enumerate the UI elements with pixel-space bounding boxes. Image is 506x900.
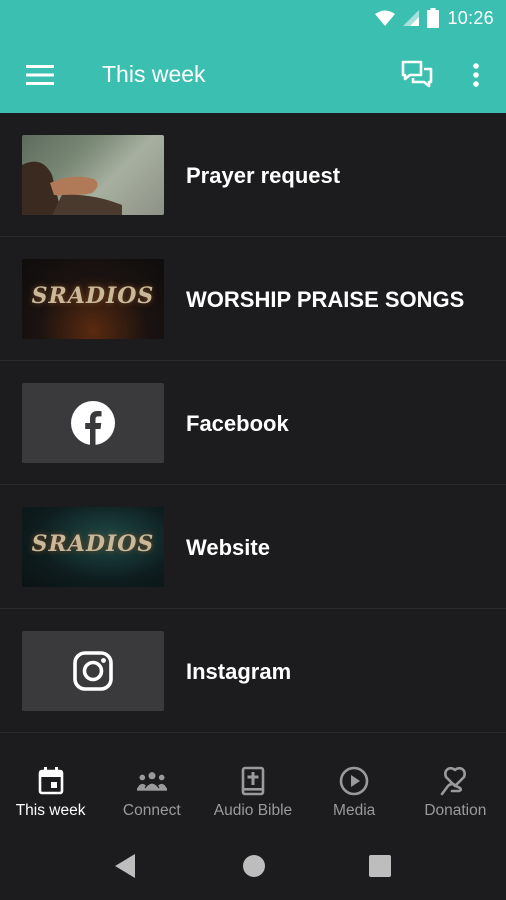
status-time: 10:26 [447, 7, 494, 28]
home-button[interactable] [240, 852, 268, 880]
status-icons: 10:26 [375, 7, 494, 29]
recents-icon [369, 855, 391, 877]
home-icon [243, 855, 265, 877]
list-item-website[interactable]: SRADIOS Website [0, 485, 506, 609]
website-thumbnail: SRADIOS [22, 507, 164, 587]
wifi-icon [375, 10, 396, 26]
more-vert-icon [473, 63, 479, 87]
list-item-instagram[interactable]: Instagram [0, 609, 506, 733]
instagram-icon [73, 651, 113, 691]
nav-media[interactable]: Media [304, 752, 405, 830]
donation-icon [440, 766, 470, 796]
list-item-label: Prayer request [186, 163, 341, 188]
battery-icon [427, 8, 440, 28]
prayer-thumbnail [22, 135, 164, 215]
list-item-facebook[interactable]: Facebook [0, 361, 506, 485]
list-item-label: Instagram [186, 659, 292, 684]
back-icon [115, 854, 135, 878]
nav-label: Donation [424, 802, 487, 819]
list-item-label: Facebook [186, 411, 289, 436]
nav-connect[interactable]: Connect [101, 752, 202, 830]
app-bar: This week [0, 37, 506, 113]
chat-button[interactable] [398, 57, 436, 93]
facebook-thumbnail [22, 383, 164, 463]
sradios-logo-thumbnail: SRADIOS [22, 259, 164, 339]
instagram-thumbnail [22, 631, 164, 711]
hamburger-icon [26, 65, 54, 85]
signal-icon [403, 10, 420, 26]
nav-label: This week [15, 802, 86, 819]
people-icon [136, 766, 167, 796]
list-item-label: WORSHIP PRAISE SONGS [186, 287, 465, 312]
recents-button[interactable] [366, 852, 394, 880]
nav-label: Media [333, 802, 376, 819]
nav-donation[interactable]: Donation [405, 752, 506, 830]
list-item-label: Website [186, 535, 270, 560]
play-circle-icon [339, 766, 369, 796]
nav-label: Connect [122, 802, 181, 819]
nav-this-week[interactable]: This week [0, 752, 101, 830]
nav-audio-bible[interactable]: Audio Bible [202, 752, 303, 830]
praying-hands-image [22, 161, 122, 215]
chat-icon [401, 60, 433, 88]
content-list: Prayer request SRADIOS WORSHIP PRAISE SO… [0, 113, 506, 733]
sradios-logo-text: SRADIOS [31, 531, 155, 557]
sradios-logo-text: SRADIOS [31, 283, 155, 309]
facebook-icon [71, 401, 115, 445]
menu-button[interactable] [20, 59, 60, 91]
bottom-navigation: This week Connect Audio Bible Media Dona… [0, 752, 506, 830]
calendar-icon [36, 766, 66, 796]
page-title: This week [102, 61, 206, 87]
back-button[interactable] [112, 852, 140, 880]
status-bar: 10:26 [0, 0, 506, 37]
list-item-worship-praise-songs[interactable]: SRADIOS WORSHIP PRAISE SONGS [0, 237, 506, 361]
nav-label: Audio Bible [213, 802, 293, 819]
more-options-button[interactable] [460, 57, 492, 93]
bible-icon [238, 766, 268, 796]
system-navigation-bar [0, 830, 506, 900]
list-item-prayer-request[interactable]: Prayer request [0, 113, 506, 237]
